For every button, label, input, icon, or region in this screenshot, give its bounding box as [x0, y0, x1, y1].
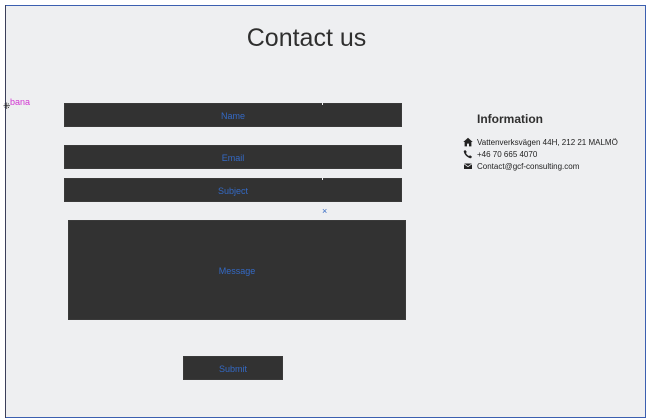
name-field[interactable]: Name — [64, 103, 402, 127]
email-text[interactable]: Contact@gcf-consulting.com — [477, 162, 579, 171]
home-icon — [463, 137, 473, 147]
address-row: Vattenverksvägen 44H, 212 21 MALMÖ — [463, 137, 618, 147]
close-icon[interactable]: × — [322, 206, 327, 216]
email-field[interactable]: Email — [64, 145, 402, 169]
name-placeholder: Name — [220, 111, 245, 121]
stray-label: bana — [10, 97, 31, 107]
phone-row: +46 70 665 4070 — [463, 149, 537, 159]
email-placeholder: Email — [221, 153, 245, 163]
submit-label: Submit — [218, 364, 247, 374]
phone-icon — [463, 150, 472, 159]
message-placeholder: Message — [218, 266, 256, 276]
phone-text: +46 70 665 4070 — [477, 149, 538, 159]
divider — [322, 103, 323, 105]
subject-field[interactable]: Subject — [64, 178, 402, 202]
email-row: Contact@gcf-consulting.com — [463, 161, 579, 171]
divider — [322, 178, 323, 180]
information-heading: Information — [477, 112, 543, 126]
page-title: Contact us — [246, 24, 367, 52]
message-field[interactable]: Message — [68, 220, 406, 320]
submit-button[interactable]: Submit — [183, 356, 283, 380]
subject-placeholder: Subject — [217, 186, 249, 196]
envelope-icon — [463, 163, 473, 169]
address-text: Vattenverksvägen 44H, 212 21 MALMÖ — [477, 137, 618, 147]
